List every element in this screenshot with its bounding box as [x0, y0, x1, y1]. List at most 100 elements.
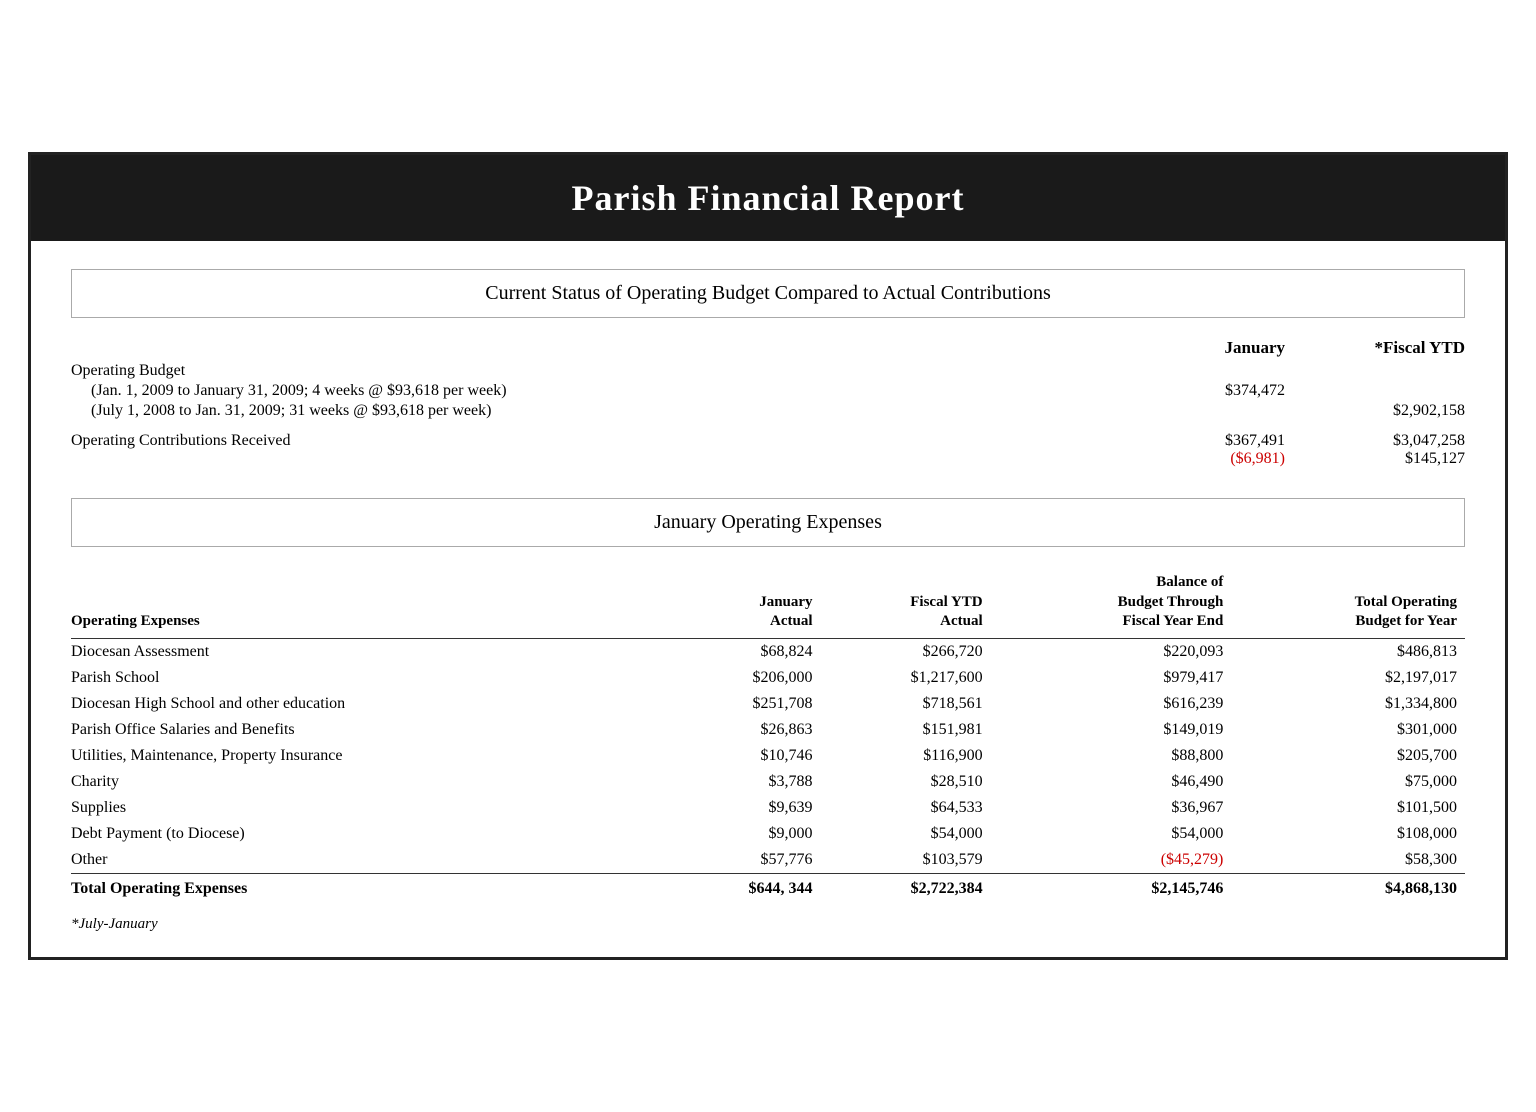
expense-balance-5: $46,490 [991, 769, 1232, 795]
report-container: Parish Financial Report Current Status o… [28, 152, 1508, 960]
expense-row-5: Charity$3,788$28,510$46,490$75,000 [71, 769, 1465, 795]
expense-ytd-7: $54,000 [821, 821, 991, 847]
expense-total-3: $301,000 [1231, 717, 1465, 743]
expense-balance-4: $88,800 [991, 743, 1232, 769]
expense-label-1: Parish School [71, 665, 668, 691]
expense-row-4: Utilities, Maintenance, Property Insuran… [71, 743, 1465, 769]
expense-row-6: Supplies$9,639$64,533$36,967$101,500 [71, 795, 1465, 821]
expense-total-7: $108,000 [1231, 821, 1465, 847]
expense-balance-8: ($45,279) [991, 847, 1232, 874]
expense-label-4: Utilities, Maintenance, Property Insuran… [71, 743, 668, 769]
expense-label-2: Diocesan High School and other education [71, 691, 668, 717]
expense-jan-1: $206,000 [668, 665, 820, 691]
expense-total-0: $486,813 [1231, 638, 1465, 665]
ob-col-headers: January *Fiscal YTD [71, 338, 1465, 358]
expense-row-1: Parish School$206,000$1,217,600$979,417$… [71, 665, 1465, 691]
expense-balance-1: $979,417 [991, 665, 1232, 691]
th-total: Total OperatingBudget for Year [1231, 567, 1465, 638]
contributions-jan: $367,491 ($6,981) [1105, 432, 1285, 468]
total-jan: $644, 344 [668, 873, 820, 902]
contributions-jan-amount: $367,491 [1105, 432, 1285, 450]
report-header: Parish Financial Report [31, 155, 1505, 241]
ob-label-1: (Jan. 1, 2009 to January 31, 2009; 4 wee… [71, 382, 1105, 400]
expense-total-2: $1,334,800 [1231, 691, 1465, 717]
ob-col-ytd: *Fiscal YTD [1285, 338, 1465, 358]
expenses-section: January Operating Expenses Operating Exp… [71, 498, 1465, 933]
report-title: Parish Financial Report [51, 177, 1485, 219]
total-ytd: $2,722,384 [821, 873, 991, 902]
expense-label-0: Diocesan Assessment [71, 638, 668, 665]
total-label: Total Operating Expenses [71, 873, 668, 902]
ob-ytd-2: $2,902,158 [1285, 402, 1465, 420]
total-row: Total Operating Expenses $644, 344 $2,72… [71, 873, 1465, 902]
ob-label-text-1: (Jan. 1, 2009 to January 31, 2009; 4 wee… [91, 382, 507, 399]
ob-label-0: Operating Budget [71, 362, 1105, 380]
expense-row-7: Debt Payment (to Diocese)$9,000$54,000$5… [71, 821, 1465, 847]
expense-label-5: Charity [71, 769, 668, 795]
th-label-text: Operating Expenses [71, 613, 200, 629]
expense-label-8: Other [71, 847, 668, 874]
expense-row-3: Parish Office Salaries and Benefits$26,8… [71, 717, 1465, 743]
expense-ytd-0: $266,720 [821, 638, 991, 665]
contributions-row: Operating Contributions Received $367,49… [71, 432, 1465, 468]
expense-ytd-5: $28,510 [821, 769, 991, 795]
expense-ytd-2: $718,561 [821, 691, 991, 717]
ob-col-label [71, 338, 1105, 358]
expense-label-7: Debt Payment (to Diocese) [71, 821, 668, 847]
expenses-header-row: Operating Expenses JanuaryActual Fiscal … [71, 567, 1465, 638]
expense-balance-0: $220,093 [991, 638, 1232, 665]
ob-label-text-2: (July 1, 2008 to Jan. 31, 2009; 31 weeks… [91, 402, 491, 419]
expense-row-0: Diocesan Assessment$68,824$266,720$220,0… [71, 638, 1465, 665]
expense-jan-8: $57,776 [668, 847, 820, 874]
ob-row-1: (Jan. 1, 2009 to January 31, 2009; 4 wee… [71, 382, 1465, 400]
th-balance: Balance ofBudget ThroughFiscal Year End [991, 567, 1232, 638]
contributions-ytd-diff: $145,127 [1285, 450, 1465, 468]
operating-budget-section: Current Status of Operating Budget Compa… [71, 269, 1465, 468]
expense-balance-7: $54,000 [991, 821, 1232, 847]
expense-jan-4: $10,746 [668, 743, 820, 769]
th-jan: JanuaryActual [668, 567, 820, 638]
section2-title-box: January Operating Expenses [71, 498, 1465, 547]
contributions-ytd-amount: $3,047,258 [1285, 432, 1465, 450]
ob-row-2: (July 1, 2008 to Jan. 31, 2009; 31 weeks… [71, 402, 1465, 420]
expense-total-5: $75,000 [1231, 769, 1465, 795]
expense-ytd-3: $151,981 [821, 717, 991, 743]
section2-title: January Operating Expenses [654, 511, 882, 533]
report-body: Current Status of Operating Budget Compa… [31, 241, 1505, 957]
expense-row-2: Diocesan High School and other education… [71, 691, 1465, 717]
total-balance: $2,145,746 [991, 873, 1232, 902]
section1-title-box: Current Status of Operating Budget Compa… [71, 269, 1465, 318]
expenses-table: Operating Expenses JanuaryActual Fiscal … [71, 567, 1465, 902]
ob-label-text-0: Operating Budget [71, 362, 185, 379]
th-label: Operating Expenses [71, 567, 668, 638]
expense-ytd-6: $64,533 [821, 795, 991, 821]
contributions-label-text: Operating Contributions Received [71, 432, 291, 449]
expense-total-4: $205,700 [1231, 743, 1465, 769]
expense-jan-6: $9,639 [668, 795, 820, 821]
ob-col-jan: January [1105, 338, 1285, 358]
ob-label-2: (July 1, 2008 to Jan. 31, 2009; 31 weeks… [71, 402, 1105, 420]
expense-jan-0: $68,824 [668, 638, 820, 665]
expense-label-3: Parish Office Salaries and Benefits [71, 717, 668, 743]
footer-note: *July-January [71, 916, 1465, 933]
expense-jan-2: $251,708 [668, 691, 820, 717]
expense-jan-3: $26,863 [668, 717, 820, 743]
expense-ytd-4: $116,900 [821, 743, 991, 769]
section1-title: Current Status of Operating Budget Compa… [485, 282, 1050, 304]
expense-jan-5: $3,788 [668, 769, 820, 795]
total-total: $4,868,130 [1231, 873, 1465, 902]
contributions-ytd: $3,047,258 $145,127 [1285, 432, 1465, 468]
expense-row-8: Other$57,776$103,579($45,279)$58,300 [71, 847, 1465, 874]
expense-total-8: $58,300 [1231, 847, 1465, 874]
expense-ytd-1: $1,217,600 [821, 665, 991, 691]
expense-total-1: $2,197,017 [1231, 665, 1465, 691]
th-ytd: Fiscal YTDActual [821, 567, 991, 638]
ob-row-0: Operating Budget [71, 362, 1465, 380]
contributions-jan-diff: ($6,981) [1105, 450, 1285, 468]
expense-balance-2: $616,239 [991, 691, 1232, 717]
contributions-label: Operating Contributions Received [71, 432, 1105, 450]
expense-balance-3: $149,019 [991, 717, 1232, 743]
ob-jan-1: $374,472 [1105, 382, 1285, 400]
expense-label-6: Supplies [71, 795, 668, 821]
expense-ytd-8: $103,579 [821, 847, 991, 874]
